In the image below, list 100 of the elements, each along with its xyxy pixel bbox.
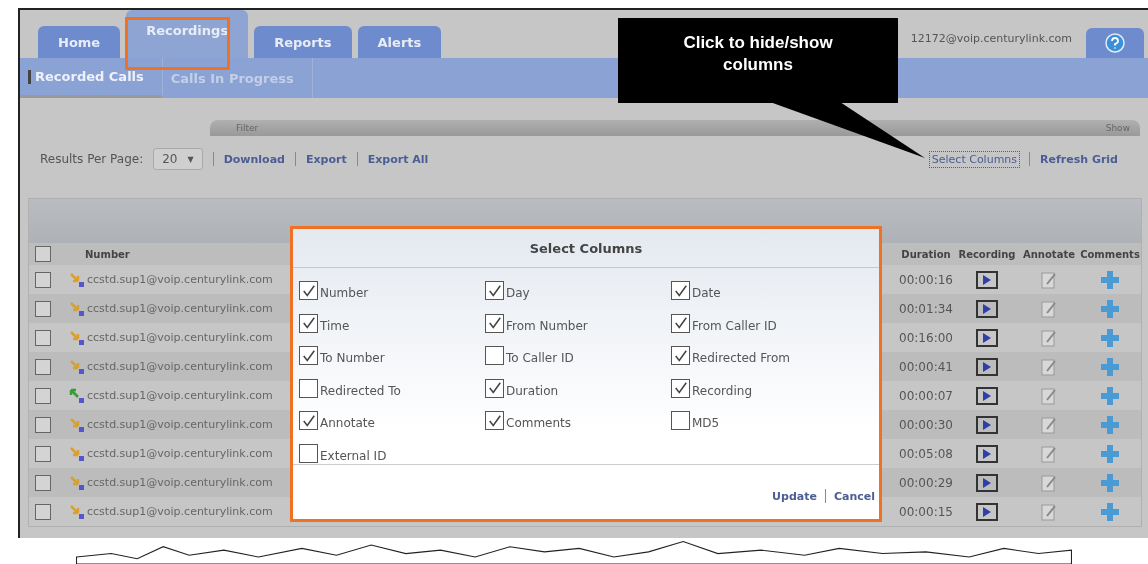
toolbar-link[interactable]: Export All (367, 152, 429, 166)
number-cell: ccstd.sup1@voip.centurylink.com (87, 418, 273, 431)
play-button[interactable] (976, 444, 998, 463)
outgoing-call-icon (69, 416, 85, 433)
row-checkbox[interactable] (35, 503, 51, 520)
column-checkbox[interactable] (299, 443, 318, 463)
results-per-page-label: Results Per Page: (40, 152, 144, 166)
duration-cell: 00:01:34 (899, 301, 953, 316)
column-checkbox[interactable] (671, 313, 690, 333)
play-button[interactable] (976, 299, 998, 318)
row-checkbox[interactable] (35, 271, 51, 288)
option-label: Annotate (320, 416, 375, 430)
checkmark-icon (487, 316, 502, 330)
outgoing-call-icon (69, 445, 85, 462)
option-label: Comments (506, 416, 572, 430)
checkmark-icon (301, 316, 316, 330)
row-checkbox[interactable] (35, 416, 51, 433)
note-pencil-icon[interactable] (1041, 386, 1057, 405)
note-pencil-icon[interactable] (1041, 299, 1057, 318)
update-link[interactable]: Update (772, 489, 817, 503)
note-pencil-icon[interactable] (1041, 328, 1057, 347)
note-pencil-icon[interactable] (1041, 502, 1057, 521)
column-checkbox[interactable] (485, 313, 504, 333)
page-size-select[interactable]: 20 ▼ (153, 148, 203, 170)
option-label: Recording (692, 383, 753, 398)
note-pencil-icon[interactable] (1041, 473, 1057, 492)
row-checkbox[interactable] (35, 329, 51, 346)
outgoing-call-icon (69, 271, 85, 288)
column-checkbox[interactable] (485, 378, 504, 398)
column-checkbox[interactable] (299, 411, 318, 430)
play-button[interactable] (976, 357, 998, 376)
play-button[interactable] (976, 415, 998, 434)
help-button[interactable] (1086, 28, 1144, 58)
outgoing-call-icon (69, 503, 85, 520)
number-cell: ccstd.sup1@voip.centurylink.com (87, 360, 273, 373)
incoming-call-icon (69, 387, 85, 404)
option-label: To Number (320, 351, 385, 365)
checkmark-icon (301, 283, 316, 298)
filter-label: Filter (236, 123, 259, 133)
row-checkbox[interactable] (35, 474, 51, 491)
sub-tab[interactable]: Recorded Calls (20, 58, 163, 98)
show-label: Show (1105, 123, 1130, 133)
option-label: To Caller ID (506, 351, 574, 365)
nav-tab[interactable]: Home (38, 26, 121, 58)
play-button[interactable] (976, 502, 998, 521)
caret-icon: ▼ (187, 154, 194, 164)
column-checkbox[interactable] (485, 281, 504, 300)
dialog-title: Select Columns (293, 229, 879, 268)
column-checkbox[interactable] (671, 281, 690, 300)
filter-bar[interactable]: Filter Show (210, 120, 1140, 136)
checkmark-icon (673, 316, 688, 330)
column-checkbox[interactable] (485, 346, 504, 365)
nav-tab[interactable]: Recordings (126, 10, 249, 58)
option-label: Duration (506, 383, 559, 398)
play-button[interactable] (976, 328, 998, 347)
number-cell: ccstd.sup1@voip.centurylink.com (87, 331, 273, 344)
column-header: Duration (900, 248, 952, 260)
play-button[interactable] (976, 473, 998, 492)
duration-cell: 00:00:16 (899, 272, 953, 287)
play-button[interactable] (976, 270, 998, 289)
option-label: Day (506, 286, 530, 300)
duration-cell: 00:00:29 (899, 475, 953, 490)
duration-cell: 00:00:30 (899, 417, 953, 432)
toolbar-link[interactable]: Download (223, 152, 285, 166)
row-checkbox[interactable] (35, 445, 51, 462)
column-checkbox[interactable] (299, 281, 318, 300)
checkmark-icon (673, 381, 688, 395)
checkmark-icon (673, 283, 688, 298)
duration-cell: 00:00:15 (899, 504, 953, 519)
column-header: Recording (957, 248, 1017, 260)
play-icon (983, 506, 991, 517)
number-cell: ccstd.sup1@voip.centurylink.com (87, 389, 273, 402)
note-pencil-icon[interactable] (1041, 415, 1057, 434)
refresh-grid-link[interactable]: Refresh Grid (1040, 152, 1118, 166)
checkmark-icon (487, 283, 502, 298)
number-cell: ccstd.sup1@voip.centurylink.com (87, 447, 273, 460)
row-checkbox[interactable] (35, 300, 51, 317)
play-button[interactable] (976, 386, 998, 405)
note-pencil-icon[interactable] (1041, 357, 1057, 376)
column-checkbox[interactable] (671, 346, 690, 365)
select-all-checkbox[interactable] (35, 246, 51, 262)
toolbar-link[interactable]: Export (305, 152, 347, 166)
column-checkbox[interactable] (671, 411, 690, 430)
column-checkbox[interactable] (299, 313, 318, 333)
option-label: From Number (506, 318, 588, 333)
select-columns-link[interactable]: Select Columns (929, 151, 1020, 167)
nav-tab[interactable]: Reports (254, 26, 352, 58)
nav-tab[interactable]: Alerts (357, 26, 442, 58)
row-checkbox[interactable] (35, 387, 51, 404)
row-checkbox[interactable] (35, 358, 51, 375)
outgoing-call-icon (69, 474, 85, 491)
column-checkbox[interactable] (485, 411, 504, 430)
column-checkbox[interactable] (299, 346, 318, 365)
note-pencil-icon[interactable] (1041, 444, 1057, 463)
note-pencil-icon[interactable] (1041, 270, 1057, 289)
column-checkbox[interactable] (299, 378, 318, 398)
cancel-link[interactable]: Cancel (833, 489, 875, 503)
column-checkbox[interactable] (671, 378, 690, 398)
option-label: Date (692, 286, 721, 300)
option-label: Redirected To (320, 383, 401, 398)
